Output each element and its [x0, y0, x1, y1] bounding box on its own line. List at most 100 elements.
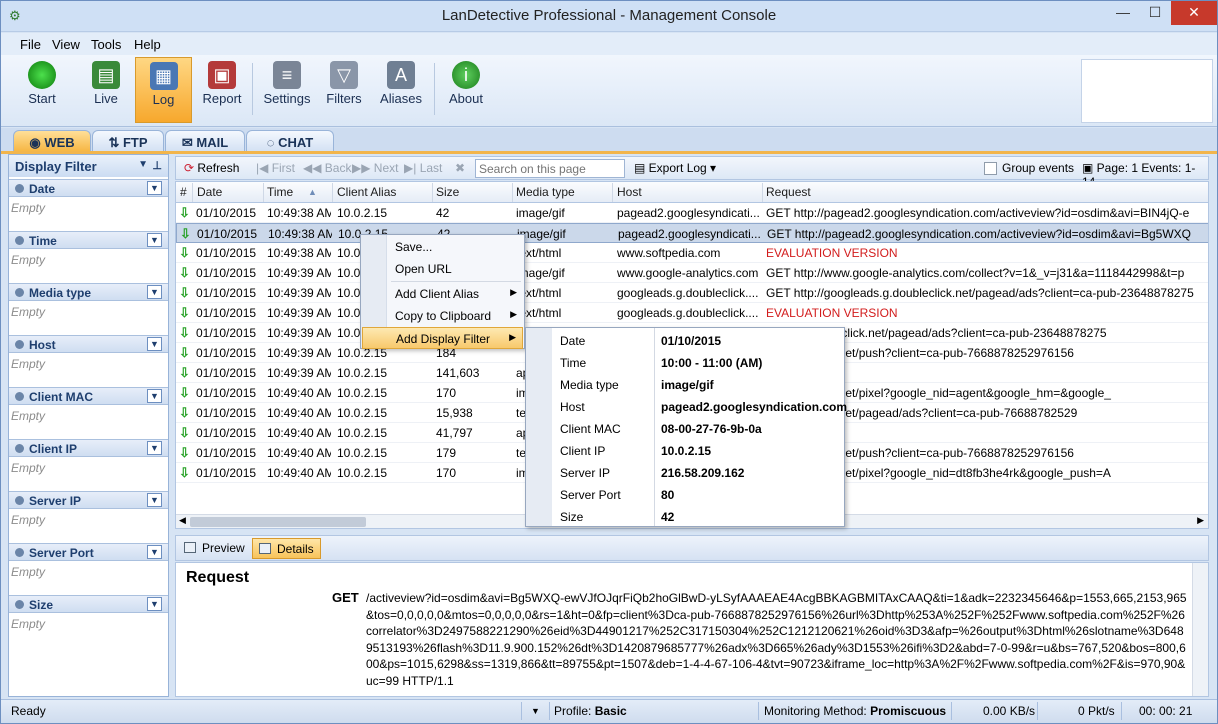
aliases-button[interactable]: A Aliases: [376, 57, 426, 123]
clear-search-icon[interactable]: ✖: [455, 161, 465, 175]
dropdown-arrow-icon[interactable]: ▼: [138, 159, 148, 170]
collapse-icon[interactable]: [15, 236, 24, 245]
scroll-right-icon[interactable]: ▶: [1197, 515, 1204, 526]
filter-value[interactable]: Empty: [9, 457, 168, 475]
next-button[interactable]: ▶▶ Next: [352, 161, 398, 175]
filter-value[interactable]: Empty: [9, 353, 168, 371]
col-header-size[interactable]: Size: [436, 185, 459, 199]
download-arrow-icon: ⇩: [179, 385, 190, 400]
menu-view[interactable]: View: [52, 37, 80, 52]
expand-icon[interactable]: ▼: [147, 545, 162, 559]
submenu-item-value: 08-00-27-76-9b-0a: [661, 422, 762, 436]
col-header-time[interactable]: Time: [267, 185, 293, 199]
minimize-button[interactable]: —: [1108, 1, 1138, 25]
collapse-icon[interactable]: [15, 288, 24, 297]
mail-icon: ✉: [181, 135, 197, 150]
table-row[interactable]: ⇩01/10/201510:49:39 AM10.0.2.15text/html…: [176, 303, 1208, 323]
collapse-icon[interactable]: [15, 496, 24, 505]
first-button[interactable]: |◀ First: [256, 161, 295, 175]
col-header-date[interactable]: Date: [197, 185, 222, 199]
collapse-icon[interactable]: [15, 444, 24, 453]
table-row[interactable]: ⇩01/10/201510:49:38 AM10.0.2.1542image/g…: [176, 203, 1208, 223]
vertical-scrollbar[interactable]: [1192, 563, 1208, 696]
menu-item-add-client-alias[interactable]: Add Client Alias ▶: [362, 283, 523, 305]
menu-item-add-display-filter[interactable]: Add Display Filter ▶: [362, 327, 523, 349]
expand-icon[interactable]: ▼: [147, 389, 162, 403]
submenu-item[interactable]: Date 01/10/2015: [526, 329, 844, 351]
filter-value[interactable]: Empty: [9, 509, 168, 527]
submenu-item[interactable]: Server IP 216.58.209.162: [526, 461, 844, 483]
expand-icon[interactable]: ▼: [147, 493, 162, 507]
submenu-item[interactable]: Client MAC 08-00-27-76-9b-0a: [526, 417, 844, 439]
filters-button[interactable]: ▽ Filters: [321, 57, 367, 123]
refresh-button[interactable]: ⟳ Refresh: [184, 161, 239, 175]
expand-icon[interactable]: ▼: [147, 181, 162, 195]
filter-value[interactable]: Empty: [9, 249, 168, 267]
report-button[interactable]: ▣ Report: [199, 57, 245, 123]
submenu-item[interactable]: Time 10:00 - 11:00 (AM): [526, 351, 844, 373]
group-events-checkbox[interactable]: [984, 162, 997, 175]
expand-icon[interactable]: ▼: [147, 285, 162, 299]
collapse-icon[interactable]: [15, 600, 24, 609]
expand-icon[interactable]: ▼: [147, 337, 162, 351]
filter-value[interactable]: Empty: [9, 301, 168, 319]
cell-request: EVALUATION VERSION: [766, 246, 898, 260]
submenu-item[interactable]: Host pagead2.googlesyndication.com: [526, 395, 847, 417]
about-button[interactable]: i About: [443, 57, 489, 123]
collapse-icon[interactable]: [15, 392, 24, 401]
collapse-icon[interactable]: [15, 548, 24, 557]
submenu-item[interactable]: Server Port 80: [526, 483, 844, 505]
log-button[interactable]: ▦ Log: [135, 57, 192, 123]
col-header-request[interactable]: Request: [766, 185, 811, 199]
cell-time: 10:49:39 AM: [267, 266, 331, 280]
export-log-button[interactable]: ▤ Export Log ▾: [634, 161, 716, 175]
filter-value[interactable]: Empty: [9, 561, 168, 579]
scroll-thumb[interactable]: [190, 517, 366, 527]
collapse-icon[interactable]: [15, 340, 24, 349]
col-header-client-alias[interactable]: Client Alias: [337, 185, 396, 199]
menu-help[interactable]: Help: [134, 37, 161, 52]
table-row[interactable]: ⇩01/10/201510:49:38 AM10.0.2.15text/html…: [176, 243, 1208, 263]
filter-value[interactable]: Empty: [9, 197, 168, 215]
menu-item-save[interactable]: Save...: [362, 236, 523, 258]
profile-dropdown-icon[interactable]: ▼: [531, 706, 540, 716]
tab-ftp[interactable]: ⇅ FTP: [92, 130, 164, 152]
menu-item-open-url[interactable]: Open URL: [362, 258, 523, 280]
tab-details[interactable]: Details: [252, 538, 321, 559]
submenu-item[interactable]: Client IP 10.0.2.15: [526, 439, 844, 461]
menu-item-copy-clipboard[interactable]: Copy to Clipboard ▶: [362, 305, 523, 327]
menu-file[interactable]: File: [20, 37, 41, 52]
close-button[interactable]: ✕: [1171, 1, 1217, 25]
expand-icon[interactable]: ▼: [147, 597, 162, 611]
start-button[interactable]: Start: [17, 57, 67, 123]
table-row[interactable]: ⇩01/10/201510:49:39 AM10.0.2.15image/gif…: [176, 263, 1208, 283]
collapse-icon[interactable]: [15, 184, 24, 193]
filter-value[interactable]: Empty: [9, 405, 168, 423]
last-button[interactable]: ▶| Last: [404, 161, 442, 175]
back-button[interactable]: ◀◀ Back: [303, 161, 351, 175]
table-row[interactable]: ⇩01/10/201510:49:38 AM10.0.2.1542image/g…: [176, 223, 1208, 243]
table-row[interactable]: ⇩01/10/201510:49:39 AM10.0.2.15text/html…: [176, 283, 1208, 303]
menu-tools[interactable]: Tools: [91, 37, 121, 52]
live-button[interactable]: ▤ Live: [83, 57, 129, 123]
tab-mail[interactable]: ✉ MAIL: [165, 130, 245, 152]
col-header-host[interactable]: Host: [617, 185, 642, 199]
scroll-left-icon[interactable]: ◀: [179, 515, 186, 526]
col-header-number[interactable]: #: [180, 185, 187, 199]
tab-web[interactable]: ◉ WEB: [13, 130, 91, 152]
export-icon: ▤: [634, 161, 649, 175]
pin-icon[interactable]: ⊥: [152, 159, 162, 172]
expand-icon[interactable]: ▼: [147, 441, 162, 455]
submenu-item[interactable]: Media type image/gif: [526, 373, 844, 395]
col-header-media-type[interactable]: Media type: [516, 185, 575, 199]
tab-chat[interactable]: ◌ CHAT: [246, 130, 334, 152]
submenu-item[interactable]: Size 42: [526, 505, 844, 527]
cell-alias: 10.0.2.15: [337, 386, 388, 400]
expand-icon[interactable]: ▼: [147, 233, 162, 247]
maximize-button[interactable]: ☐: [1140, 1, 1170, 25]
chevron-down-icon: ▾: [706, 161, 717, 175]
search-input[interactable]: [475, 159, 625, 178]
tab-preview[interactable]: Preview: [178, 538, 251, 559]
filter-value[interactable]: Empty: [9, 613, 168, 631]
settings-button[interactable]: ≡ Settings: [259, 57, 315, 123]
